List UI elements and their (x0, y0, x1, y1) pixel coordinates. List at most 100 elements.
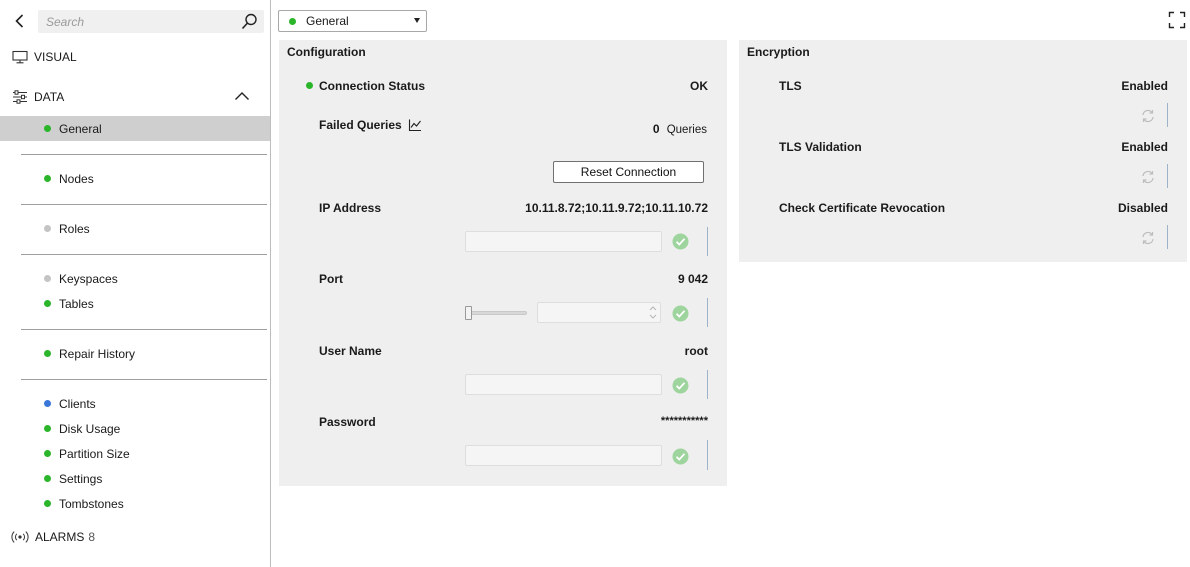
sidebar-item-settings[interactable]: Settings (0, 466, 270, 491)
tls-label: TLS (779, 79, 802, 93)
refresh-icon[interactable] (1141, 231, 1155, 245)
port-label: Port (319, 272, 343, 286)
ip-address-label: IP Address (319, 201, 382, 215)
chevron-up-icon[interactable] (234, 90, 250, 102)
configuration-title: Configuration (287, 45, 366, 59)
sidebar-item-clients[interactable]: Clients (0, 391, 270, 416)
divider (707, 440, 708, 470)
search-box (38, 10, 264, 33)
sidebar-item-roles[interactable]: Roles (0, 216, 270, 241)
stepper-arrows-icon[interactable] (649, 305, 657, 320)
status-dot (44, 475, 51, 482)
status-dot (44, 400, 51, 407)
sidebar-item-label: General (59, 121, 102, 136)
status-dot (44, 125, 51, 132)
status-dot (44, 350, 51, 357)
user-name-label: User Name (319, 344, 382, 358)
search-icon[interactable] (241, 13, 258, 30)
divider (21, 329, 267, 330)
sidebar-item-label: Clients (59, 396, 96, 411)
search-input[interactable] (38, 10, 234, 33)
password-label: Password (319, 415, 376, 429)
status-dot (44, 500, 51, 507)
status-dot (44, 275, 51, 282)
configuration-panel: Configuration Connection Status OK Faile… (279, 40, 727, 486)
tls-validation-label: TLS Validation (779, 140, 862, 154)
reset-connection-button[interactable]: Reset Connection (553, 161, 704, 183)
sidebar-item-label: Keyspaces (59, 271, 118, 286)
sidebar-item-nodes[interactable]: Nodes (0, 166, 270, 191)
sidebar-item-repair-history[interactable]: Repair History (0, 341, 270, 366)
sidebar-item-disk-usage[interactable]: Disk Usage (0, 416, 270, 441)
sidebar-item-label: Roles (59, 221, 90, 236)
sidebar-item-label: Partition Size (59, 446, 130, 461)
port-slider-track[interactable] (465, 311, 527, 315)
sidebar-item-label: Repair History (59, 346, 136, 361)
sidebar-item-label: Settings (59, 471, 103, 486)
nav-data[interactable]: DATA (12, 89, 64, 105)
refresh-icon[interactable] (1141, 109, 1155, 123)
check-circle-icon[interactable] (672, 448, 689, 465)
back-arrow-icon[interactable] (11, 12, 29, 30)
check-circle-icon[interactable] (672, 377, 689, 394)
password-value: *********** (660, 415, 708, 427)
view-select-value: General (306, 14, 349, 28)
status-dot (44, 175, 51, 182)
view-select-dropdown[interactable]: General (278, 10, 427, 32)
sidebar-item-label: Tombstones (59, 496, 124, 511)
failed-queries-reading: 0 Queries (653, 122, 707, 136)
status-dot (44, 300, 51, 307)
dropdown-caret-icon (414, 18, 420, 23)
revocation-label: Check Certificate Revocation (779, 201, 946, 215)
nav-alarms[interactable]: ALARMS 8 (11, 529, 95, 545)
port-value: 9 042 (677, 272, 708, 286)
sidebar-item-label: Disk Usage (59, 421, 121, 436)
broadcast-icon (11, 531, 29, 543)
sidebar-item-label: Tables (59, 296, 94, 311)
sidebar-item-partition-size[interactable]: Partition Size (0, 441, 270, 466)
fullscreen-icon[interactable] (1168, 11, 1186, 29)
divider (707, 227, 708, 256)
tls-validation-value: Enabled (1121, 140, 1168, 154)
nav-visual-label: VISUAL (34, 50, 77, 64)
divider (21, 254, 267, 255)
connection-status-value: OK (690, 79, 708, 93)
divider (1167, 225, 1168, 249)
failed-queries-label: Failed Queries (319, 118, 402, 132)
connection-status-dot (306, 82, 313, 89)
status-dot (44, 450, 51, 457)
sidebar-item-tombstones[interactable]: Tombstones (0, 491, 270, 516)
status-dot (44, 225, 51, 232)
divider (1167, 103, 1168, 127)
tls-value: Enabled (1121, 79, 1168, 93)
nav-data-label: DATA (34, 90, 65, 104)
nav-alarms-label: ALARMS (35, 530, 85, 544)
check-circle-icon[interactable] (672, 305, 689, 322)
sidebar-item-tables[interactable]: Tables (0, 291, 270, 316)
alarms-count-badge: 8 (88, 530, 96, 544)
sidebar: VISUAL DATA General Nodes Roles Keyspace… (0, 0, 271, 567)
sidebar-item-general[interactable]: General (0, 116, 270, 141)
failed-queries-value: 0 (652, 122, 660, 136)
monitor-icon (12, 50, 28, 64)
check-circle-icon[interactable] (672, 233, 689, 250)
chart-icon[interactable] (408, 118, 422, 132)
password-input[interactable] (465, 445, 662, 466)
port-stepper[interactable] (537, 302, 661, 323)
nav-visual[interactable]: VISUAL (12, 49, 77, 65)
ip-address-input[interactable] (465, 231, 662, 252)
ip-address-value: 10.11.8.72;10.11.9.72;10.11.10.72 (525, 201, 708, 215)
divider (1167, 164, 1168, 188)
connection-status-label: Connection Status (319, 79, 426, 93)
divider (707, 298, 708, 327)
encryption-panel: Encryption TLS Enabled TLS Validation En… (739, 40, 1187, 262)
divider (707, 370, 708, 399)
failed-queries-unit: Queries (666, 124, 707, 136)
sliders-icon (13, 90, 27, 104)
divider (21, 379, 267, 380)
refresh-icon[interactable] (1141, 170, 1155, 184)
sidebar-item-keyspaces[interactable]: Keyspaces (0, 266, 270, 291)
status-dot (44, 425, 51, 432)
port-slider-handle[interactable] (465, 306, 472, 320)
user-name-input[interactable] (465, 374, 662, 395)
